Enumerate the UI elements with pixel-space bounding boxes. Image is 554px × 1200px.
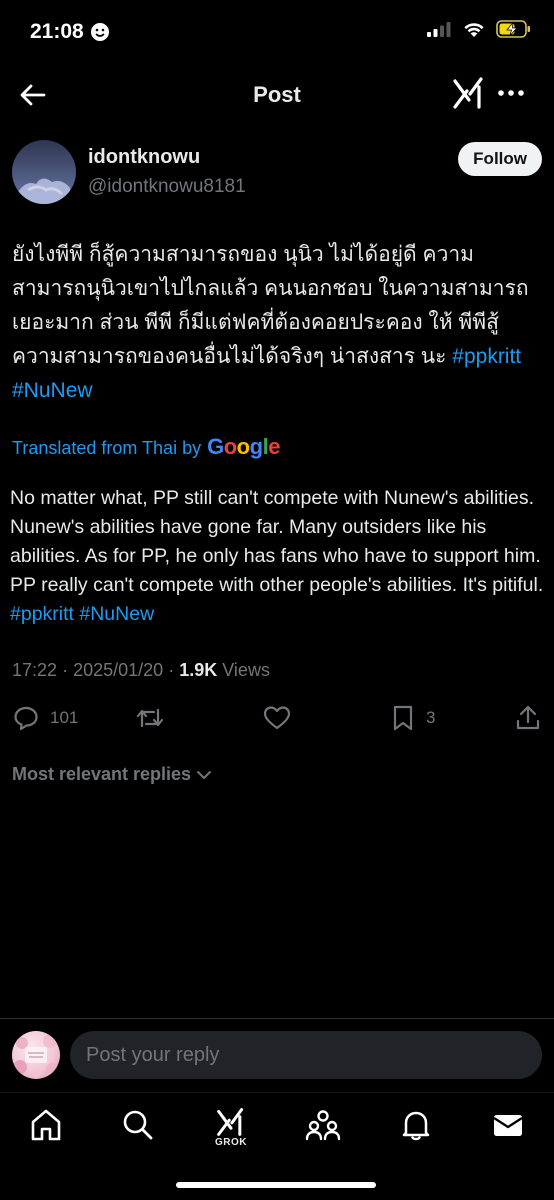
reply-icon <box>14 706 38 731</box>
search-icon <box>123 1110 153 1140</box>
hashtag-nunew[interactable]: #NuNew <box>12 379 93 402</box>
tab-communities[interactable] <box>303 1107 343 1151</box>
translation-attribution[interactable]: Translated from Thai by Google <box>12 434 280 460</box>
post-time: 17:22 <box>12 660 58 680</box>
replies-sort-label: Most relevant replies <box>12 764 192 784</box>
repost-icon <box>136 708 164 728</box>
status-bar: 21:08 <box>0 0 554 66</box>
like-button[interactable] <box>262 704 302 732</box>
top-navigation-bar: Post <box>0 66 554 124</box>
hashtag-ppkritt-translation[interactable]: #ppkritt <box>10 603 74 625</box>
chevron-down-icon <box>197 770 212 779</box>
follow-button[interactable]: Follow <box>458 142 542 176</box>
home-indicator <box>176 1182 376 1188</box>
google-logo: Google <box>207 434 280 459</box>
battery-charging-icon <box>496 20 530 38</box>
share-button[interactable] <box>514 704 542 732</box>
signal-icon <box>427 22 451 37</box>
hashtag-ppkritt[interactable]: #ppkritt <box>452 345 521 368</box>
grok-icon <box>217 1108 244 1136</box>
author-handle[interactable]: @idontknowu8181 <box>88 176 246 198</box>
translation-text: No matter what, PP still can't compete w… <box>10 487 544 596</box>
post-text-translation: No matter what, PP still can't compete w… <box>10 484 546 629</box>
my-avatar[interactable] <box>12 1031 60 1079</box>
post-text-original: ยังไงพีพี ก็สู้ความสามารถของ นุนิว ไม่ได… <box>12 238 544 408</box>
reply-composer <box>0 1018 554 1092</box>
mail-icon <box>493 1115 523 1136</box>
home-icon <box>31 1109 61 1141</box>
tab-grok[interactable]: GROK <box>211 1107 251 1151</box>
grok-tab-label: GROK <box>215 1137 247 1148</box>
translated-label: Translated from Thai by <box>12 438 202 458</box>
share-icon <box>516 705 540 730</box>
tab-home[interactable] <box>26 1107 66 1151</box>
bookmark-button[interactable]: 3 <box>390 704 435 732</box>
bell-icon <box>402 1111 430 1141</box>
avatar-image <box>13 1034 58 1078</box>
status-time: 21:08 <box>30 20 110 44</box>
author-avatar[interactable] <box>12 140 76 204</box>
grok-icon[interactable] <box>452 76 486 110</box>
bookmark-icon <box>393 705 413 731</box>
tab-messages[interactable] <box>488 1107 528 1151</box>
views-count: 1.9K <box>179 660 218 680</box>
wifi-icon <box>464 23 484 37</box>
meta-separator: · <box>62 660 69 680</box>
author-display-name[interactable]: idontknowu <box>88 146 200 169</box>
tab-search[interactable] <box>118 1107 158 1151</box>
meta-separator: · <box>168 660 175 680</box>
post-date: 2025/01/20 <box>73 660 164 680</box>
hashtag-nunew-translation[interactable]: #NuNew <box>79 603 154 625</box>
replies-sort-dropdown[interactable]: Most relevant replies <box>12 764 213 785</box>
views-label: Views <box>222 660 270 680</box>
status-indicators <box>426 20 532 38</box>
post-actions: 101 3 <box>0 700 554 738</box>
avatar-image <box>12 140 76 204</box>
reply-count: 101 <box>50 708 79 727</box>
communities-icon <box>305 1110 341 1141</box>
bookmark-count: 3 <box>426 708 436 727</box>
repost-button[interactable] <box>134 704 176 732</box>
more-options-icon[interactable] <box>496 78 526 108</box>
reply-input[interactable] <box>70 1031 542 1079</box>
tab-notifications[interactable] <box>396 1107 436 1151</box>
clock-time: 21:08 <box>30 20 84 43</box>
post-author: idontknowu @idontknowu8181 Follow <box>12 140 542 206</box>
heart-icon <box>263 706 291 730</box>
focus-smiley-icon <box>90 23 109 41</box>
reply-button[interactable]: 101 <box>12 704 78 732</box>
post-meta: 17:22 · 2025/01/20 · 1.9K Views <box>12 660 270 681</box>
